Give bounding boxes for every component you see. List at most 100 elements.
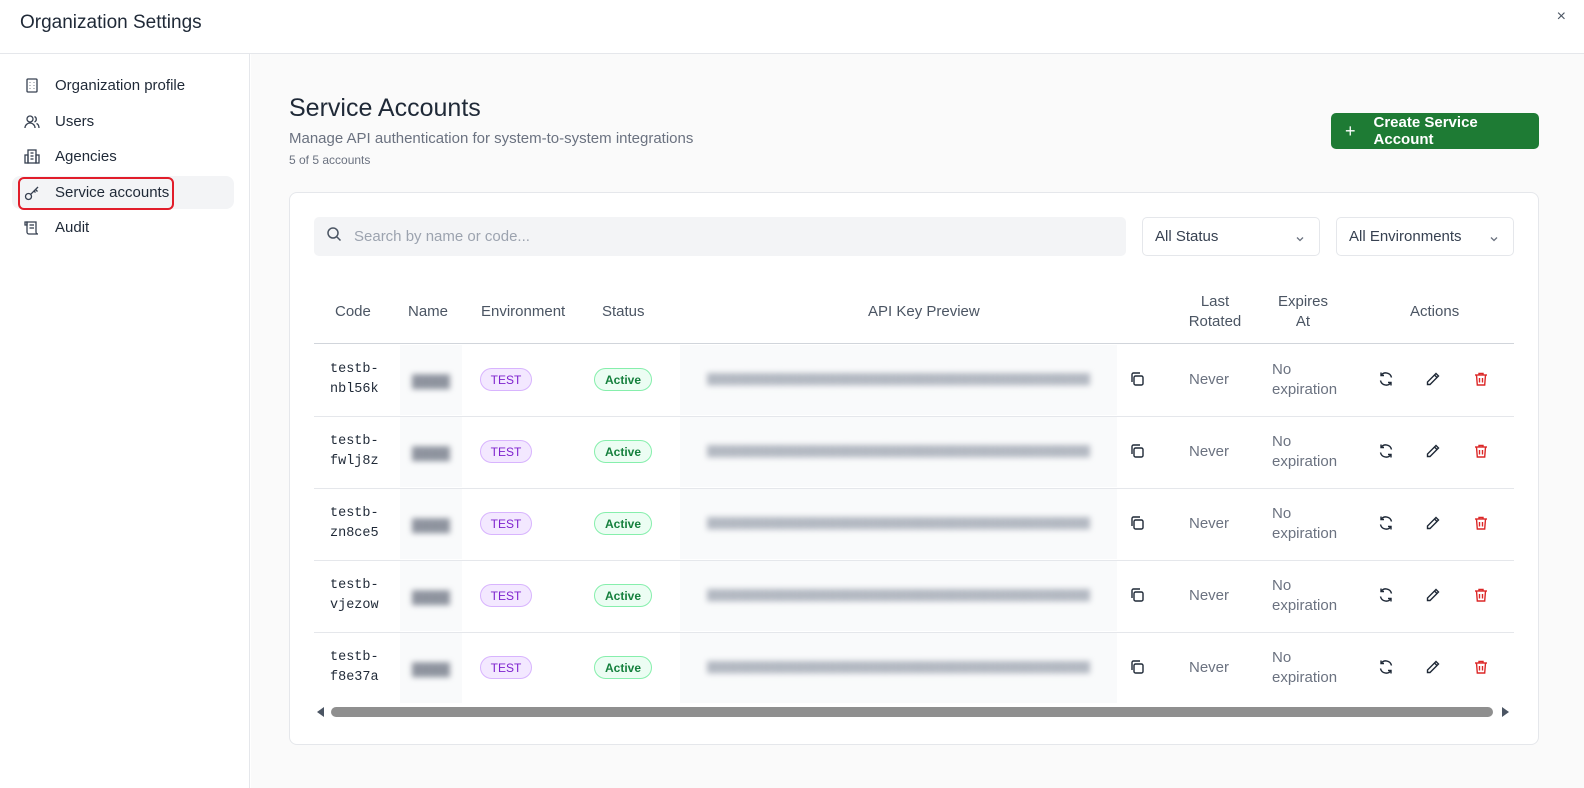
cell-code: testb-fwlj8z xyxy=(330,432,379,472)
expires-line: expiration xyxy=(1272,381,1338,398)
search-icon xyxy=(326,226,342,247)
cell-expires-at: No expiration xyxy=(1272,576,1337,616)
code-line: fwlj8z xyxy=(330,454,379,469)
column-header-code[interactable]: Code xyxy=(335,302,371,322)
copy-icon[interactable] xyxy=(1129,371,1147,389)
page-subtitle: Manage API authentication for system-to-… xyxy=(289,130,694,147)
edit-icon[interactable] xyxy=(1425,443,1443,461)
delete-icon[interactable] xyxy=(1473,443,1491,461)
edit-icon[interactable] xyxy=(1425,659,1443,677)
create-service-account-button[interactable]: + Create Service Account xyxy=(1331,113,1539,149)
edit-icon[interactable] xyxy=(1425,515,1443,533)
settings-sidebar: Organization profile Users Agencies Serv… xyxy=(0,54,250,788)
api-key-preview-redacted: ▓▓▓▓▓▓▓▓▓▓▓▓▓▓▓▓▓▓▓▓▓▓▓▓▓▓▓▓▓▓▓▓▓▓▓▓▓▓▓▓… xyxy=(680,489,1117,559)
expires-line: expiration xyxy=(1272,669,1338,686)
modal-title: Organization Settings xyxy=(20,12,202,33)
copy-icon[interactable] xyxy=(1129,515,1147,533)
redacted-api-key: ▓▓▓▓▓▓▓▓▓▓▓▓▓▓▓▓▓▓▓▓▓▓▓▓▓▓▓▓▓▓▓▓▓▓▓▓▓▓▓▓… xyxy=(707,590,1090,602)
cell-expires-at: No expiration xyxy=(1272,360,1337,400)
column-header-name[interactable]: Name xyxy=(408,302,448,322)
cell-name-redacted: ▓▓▓▓ xyxy=(400,561,462,631)
expires-line: expiration xyxy=(1272,597,1338,614)
copy-icon[interactable] xyxy=(1129,587,1147,605)
cell-name-redacted: ▓▓▓▓ xyxy=(400,489,462,559)
header-line: Expires xyxy=(1277,293,1329,310)
status-badge: Active xyxy=(594,368,652,391)
environment-badge: TEST xyxy=(480,656,532,679)
cell-name-redacted: ▓▓▓▓ xyxy=(400,345,462,415)
rotate-key-icon[interactable] xyxy=(1378,371,1396,389)
create-button-label: Create Service Account xyxy=(1373,114,1478,148)
delete-icon[interactable] xyxy=(1473,587,1491,605)
column-header-expires-at[interactable]: Expires At xyxy=(1273,292,1333,332)
api-key-preview-redacted: ▓▓▓▓▓▓▓▓▓▓▓▓▓▓▓▓▓▓▓▓▓▓▓▓▓▓▓▓▓▓▓▓▓▓▓▓▓▓▓▓… xyxy=(680,417,1117,487)
key-icon xyxy=(24,185,40,201)
agencies-icon xyxy=(24,149,40,165)
rotate-key-icon[interactable] xyxy=(1378,515,1396,533)
scrollbar-thumb[interactable] xyxy=(331,707,1493,717)
sidebar-item-service-accounts[interactable]: Service accounts xyxy=(12,176,234,209)
search-field[interactable] xyxy=(314,217,1126,256)
sidebar-item-label: Users xyxy=(55,113,95,130)
cell-code: testb-zn8ce5 xyxy=(330,504,379,544)
column-header-environment[interactable]: Environment xyxy=(481,302,565,322)
delete-icon[interactable] xyxy=(1473,659,1491,677)
sidebar-item-label: Audit xyxy=(55,219,90,236)
cell-expires-at: No expiration xyxy=(1272,504,1337,544)
sidebar-item-users[interactable]: Users xyxy=(12,105,234,138)
status-filter-select[interactable]: All Status xyxy=(1142,217,1320,256)
cell-last-rotated: Never xyxy=(1189,587,1230,604)
page-title: Service Accounts xyxy=(289,94,481,122)
environment-badge: TEST xyxy=(480,512,532,535)
cell-last-rotated: Never xyxy=(1189,443,1230,460)
environment-badge: TEST xyxy=(480,368,532,391)
building-icon xyxy=(24,78,40,94)
code-line: testb- xyxy=(330,506,379,521)
status-badge: Active xyxy=(594,656,652,679)
delete-icon[interactable] xyxy=(1473,371,1491,389)
code-line: testb- xyxy=(330,650,379,665)
environment-badge: TEST xyxy=(480,440,532,463)
redacted-name: ▓▓▓▓ xyxy=(412,516,450,532)
code-line: testb- xyxy=(330,578,379,593)
scroll-right-arrow-icon[interactable] xyxy=(1502,707,1509,717)
rotate-key-icon[interactable] xyxy=(1378,587,1396,605)
environment-badge: TEST xyxy=(480,584,532,607)
code-line: testb- xyxy=(330,434,379,449)
modal-header: Organization Settings × xyxy=(0,0,1584,54)
cell-code: testb-vjezow xyxy=(330,576,379,616)
redacted-name: ▓▓▓▓ xyxy=(412,588,450,604)
scroll-icon xyxy=(24,220,40,236)
status-filter-value: All Status xyxy=(1155,228,1219,245)
search-input[interactable] xyxy=(354,228,1054,245)
redacted-api-key: ▓▓▓▓▓▓▓▓▓▓▓▓▓▓▓▓▓▓▓▓▓▓▓▓▓▓▓▓▓▓▓▓▓▓▓▓▓▓▓▓… xyxy=(707,662,1090,674)
sidebar-item-agencies[interactable]: Agencies xyxy=(12,140,234,173)
redacted-name: ▓▓▓▓ xyxy=(412,444,450,460)
table-header-divider xyxy=(314,343,1514,344)
scroll-left-arrow-icon[interactable] xyxy=(317,707,324,717)
rotate-key-icon[interactable] xyxy=(1378,659,1396,677)
sidebar-item-organization-profile[interactable]: Organization profile xyxy=(12,69,234,102)
column-header-actions: Actions xyxy=(1410,303,1460,320)
environment-filter-select[interactable]: All Environments xyxy=(1336,217,1514,256)
redacted-api-key: ▓▓▓▓▓▓▓▓▓▓▓▓▓▓▓▓▓▓▓▓▓▓▓▓▓▓▓▓▓▓▓▓▓▓▓▓▓▓▓▓… xyxy=(707,446,1090,458)
cell-expires-at: No expiration xyxy=(1272,648,1337,688)
header-line: Last xyxy=(1200,293,1230,310)
column-header-last-rotated[interactable]: Last Rotated xyxy=(1185,292,1245,332)
delete-icon[interactable] xyxy=(1473,515,1491,533)
edit-icon[interactable] xyxy=(1425,371,1443,389)
column-header-status[interactable]: Status xyxy=(602,302,645,322)
copy-icon[interactable] xyxy=(1129,443,1147,461)
api-key-preview-redacted: ▓▓▓▓▓▓▓▓▓▓▓▓▓▓▓▓▓▓▓▓▓▓▓▓▓▓▓▓▓▓▓▓▓▓▓▓▓▓▓▓… xyxy=(680,345,1117,415)
close-icon[interactable]: × xyxy=(1557,8,1566,26)
cell-last-rotated: Never xyxy=(1189,659,1230,676)
code-line: vjezow xyxy=(330,598,379,613)
rotate-key-icon[interactable] xyxy=(1378,443,1396,461)
redacted-api-key: ▓▓▓▓▓▓▓▓▓▓▓▓▓▓▓▓▓▓▓▓▓▓▓▓▓▓▓▓▓▓▓▓▓▓▓▓▓▓▓▓… xyxy=(707,374,1090,386)
expires-line: No xyxy=(1272,577,1292,594)
code-line: f8e37a xyxy=(330,670,379,685)
edit-icon[interactable] xyxy=(1425,587,1443,605)
sidebar-item-audit[interactable]: Audit xyxy=(12,211,234,244)
redacted-name: ▓▓▓▓ xyxy=(412,372,450,388)
copy-icon[interactable] xyxy=(1129,659,1147,677)
